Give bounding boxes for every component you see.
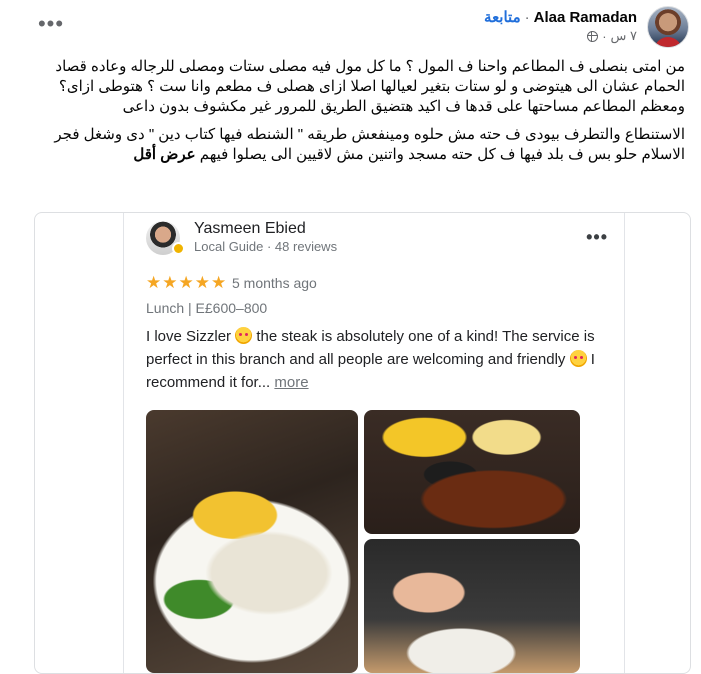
separator-dot: · [524,9,530,26]
food-photo-ribs [364,410,580,534]
post-meta: ٧ س · [587,28,637,44]
post-paragraph: الاستنطاع والتطرف بيودى ف حته مش حلوه وم… [40,125,685,165]
review-body: I love Sizzler the steak is absolutely o… [146,325,606,394]
author-line: Alaa Ramadan·متابعة [484,8,637,26]
follow-button[interactable]: متابعة [484,9,521,26]
author-avatar[interactable] [647,6,689,48]
post-paragraph: من امتى بنصلى ف المطاعم واحنا ف المول ؟ … [55,58,685,115]
post-text: من امتى بنصلى ف المطاعم واحنا ف المول ؟ … [40,57,685,173]
shared-image[interactable]: Yasmeen Ebied Local Guide · 48 reviews •… [34,212,691,674]
review-meta: Lunch | E£600–800 [146,300,268,316]
globe-icon[interactable] [587,30,599,42]
more-horizontal-icon: ••• [586,227,608,247]
post-timestamp[interactable]: ٧ س [611,28,637,44]
post-options-button[interactable]: ••• [37,11,65,36]
local-guide-badge-icon [172,242,185,255]
heart-eyes-emoji-icon [235,327,253,344]
reviewer-name: Yasmeen Ebied [194,220,306,237]
heart-eyes-emoji-icon [569,350,587,367]
more-horizontal-icon: ••• [37,11,65,36]
post-header: ••• Alaa Ramadan·متابعة ٧ س · [12,6,689,50]
food-photo-pasta [364,539,580,673]
facebook-post: ••• Alaa Ramadan·متابعة ٧ س · من امتى بن… [0,0,701,674]
rating-stars: ★★★★★ [146,273,228,292]
reviewer-subtitle: Local Guide · 48 reviews [194,239,338,254]
review-time: 5 months ago [232,275,317,291]
see-less-link[interactable]: عرض أقل [133,146,195,163]
author-name[interactable]: Alaa Ramadan [534,9,637,26]
review-text: I love Sizzler [146,328,232,345]
food-photo-steak-plate [146,410,358,673]
separator-dot: · [602,28,607,44]
google-review-card: Yasmeen Ebied Local Guide · 48 reviews •… [123,213,625,673]
review-more-link: more [274,374,309,391]
